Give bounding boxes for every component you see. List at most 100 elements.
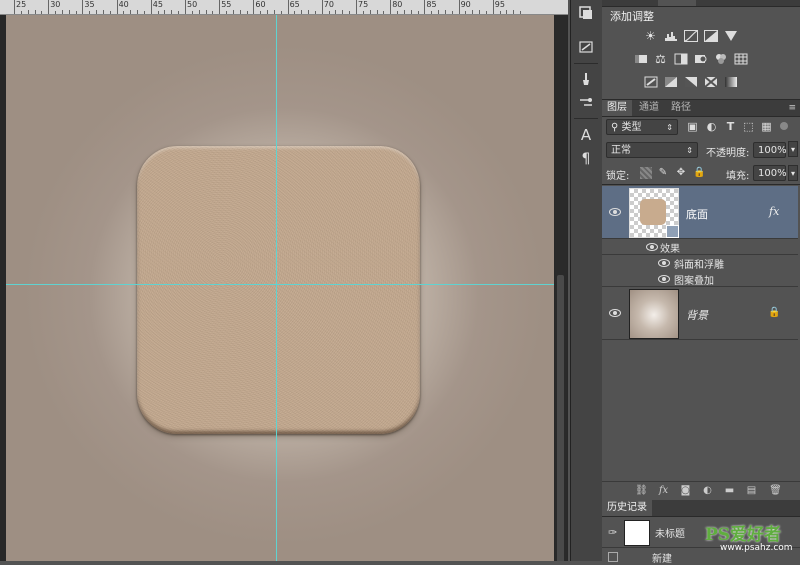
layer-row-base[interactable]: 底面 fx <box>602 186 798 239</box>
ruler-minor-tick <box>96 10 98 14</box>
ruler-minor-tick <box>383 11 385 14</box>
brush-preset-icon[interactable] <box>575 68 597 90</box>
eye-icon[interactable] <box>609 309 621 317</box>
opacity-slider-toggle[interactable]: ▾ <box>788 141 798 157</box>
ruler-tick-label: 45 <box>152 0 163 9</box>
effects-row[interactable]: 效果 <box>602 239 798 255</box>
ruler-minor-tick <box>212 11 214 14</box>
levels-icon[interactable] <box>663 30 678 43</box>
paragraph-icon[interactable]: ¶ <box>575 148 597 170</box>
opacity-label: 不透明度: <box>706 148 750 159</box>
document-canvas-area[interactable]: 25 30 35 40 45 50 55 60 65 70 75 80 85 90 95 <box>0 0 568 561</box>
layers-panel-header: 图层 通道 路径 ≡ <box>602 99 800 117</box>
lock-all-icon[interactable]: 🔒 <box>693 167 705 179</box>
ruler-major-tick <box>219 0 221 14</box>
new-group-icon[interactable]: ▬ <box>723 485 736 497</box>
photo-filter-icon[interactable] <box>693 53 708 66</box>
exposure-icon[interactable] <box>703 30 718 43</box>
curves-icon[interactable] <box>683 30 698 43</box>
fill-label: 填充: <box>726 171 750 182</box>
paragraph-style-icon[interactable] <box>575 36 597 58</box>
trash-icon[interactable]: 🗑 <box>769 485 782 497</box>
ruler-minor-tick <box>349 11 351 14</box>
history-brush-icon[interactable]: ✑ <box>608 526 617 539</box>
posterize-icon[interactable] <box>663 76 678 89</box>
ruler-minor-tick <box>198 10 200 14</box>
ruler-minor-tick <box>191 11 193 14</box>
horizontal-ruler[interactable]: 25 30 35 40 45 50 55 60 65 70 75 80 85 90 95 <box>0 0 568 15</box>
ruler-minor-tick <box>273 10 275 14</box>
thumbnail-shape <box>640 199 666 225</box>
eye-icon[interactable] <box>658 259 670 267</box>
eye-icon[interactable] <box>646 243 658 251</box>
filter-type-icon[interactable]: T <box>724 120 737 133</box>
fill-slider-toggle[interactable]: ▾ <box>788 165 798 181</box>
hue-saturation-icon[interactable] <box>633 53 648 66</box>
add-mask-icon[interactable]: ◙ <box>679 485 692 497</box>
layer-comps-icon[interactable] <box>575 2 597 24</box>
clone-source-icon[interactable] <box>575 92 597 114</box>
new-layer-icon[interactable]: ▤ <box>745 485 758 497</box>
link-layers-icon[interactable]: ⛓ <box>635 485 648 497</box>
character-icon[interactable]: A <box>575 124 597 146</box>
ruler-minor-tick <box>178 11 180 14</box>
ruler-major-tick <box>424 0 426 14</box>
layer-name[interactable]: 底面 <box>686 206 708 222</box>
selective-color-icon[interactable] <box>703 76 718 89</box>
chevron-down-icon: ⇕ <box>666 123 673 132</box>
add-layer-style-icon[interactable]: fx <box>657 485 670 497</box>
panel-menu-icon[interactable]: ≡ <box>788 103 796 113</box>
lock-icon: 🔒 <box>768 307 781 318</box>
color-balance-icon[interactable]: ⚖ <box>653 53 668 66</box>
effect-row-bevel[interactable]: 斜面和浮雕 <box>602 255 798 271</box>
history-panel-header: 历史记录 <box>602 500 800 517</box>
blend-mode-select[interactable]: 正常 ⇕ <box>606 142 698 158</box>
lock-position-icon[interactable]: ✥ <box>675 167 687 179</box>
ruler-major-tick <box>82 0 84 14</box>
ruler-tick-label: 85 <box>426 0 437 9</box>
tab-adjustments[interactable] <box>658 0 696 6</box>
ruler-tick-label: 90 <box>460 0 471 9</box>
ruler-minor-tick <box>123 11 125 14</box>
filter-shape-icon[interactable]: ⬚ <box>742 120 755 133</box>
invert-icon[interactable] <box>643 76 658 89</box>
filter-pixel-icon[interactable]: ▣ <box>686 120 699 133</box>
opacity-input[interactable]: 100% <box>753 142 787 158</box>
fill-input[interactable]: 100% <box>753 165 787 181</box>
tab-layers[interactable]: 图层 <box>602 100 632 116</box>
ruler-major-tick <box>287 0 289 14</box>
layer-row-background[interactable]: 背景 🔒 <box>602 287 798 340</box>
vertical-guide[interactable] <box>276 15 277 561</box>
channel-mixer-icon[interactable] <box>713 53 728 66</box>
eye-icon[interactable] <box>658 275 670 283</box>
vertical-scrollbar[interactable] <box>555 15 567 561</box>
lock-image-icon[interactable]: ✎ <box>657 167 669 179</box>
tab-channels[interactable]: 通道 <box>634 100 664 116</box>
black-white-icon[interactable] <box>673 53 688 66</box>
snapshot-thumbnail <box>624 520 650 546</box>
document-canvas[interactable] <box>6 15 554 561</box>
vibrance-icon[interactable] <box>723 30 738 43</box>
lock-transparent-icon[interactable] <box>640 167 652 179</box>
scrollbar-thumb[interactable] <box>557 275 564 561</box>
fx-icon[interactable]: fx <box>769 205 779 218</box>
color-lookup-icon[interactable] <box>733 53 748 66</box>
layer-filter-select[interactable]: ⚲ 类型 ⇕ <box>606 119 678 135</box>
eye-icon[interactable] <box>609 208 621 216</box>
ruler-minor-tick <box>239 10 241 14</box>
tab-history[interactable]: 历史记录 <box>602 500 652 516</box>
horizontal-guide[interactable] <box>6 284 554 285</box>
ruler-minor-tick <box>451 11 453 14</box>
filter-adjustment-icon[interactable]: ◐ <box>705 120 718 133</box>
ruler-minor-tick <box>20 11 22 14</box>
new-adjustment-layer-icon[interactable]: ◐ <box>701 485 714 497</box>
layer-name[interactable]: 背景 <box>686 307 708 323</box>
filter-toggle-icon[interactable] <box>780 122 788 130</box>
filter-smart-object-icon[interactable]: ▦ <box>760 120 773 133</box>
effect-row-pattern-overlay[interactable]: 图案叠加 <box>602 271 798 287</box>
ruler-major-tick <box>48 0 50 14</box>
gradient-map-icon[interactable] <box>723 76 738 89</box>
threshold-icon[interactable] <box>683 76 698 89</box>
tab-paths[interactable]: 路径 <box>666 100 696 116</box>
brightness-icon[interactable]: ☀ <box>643 30 658 43</box>
